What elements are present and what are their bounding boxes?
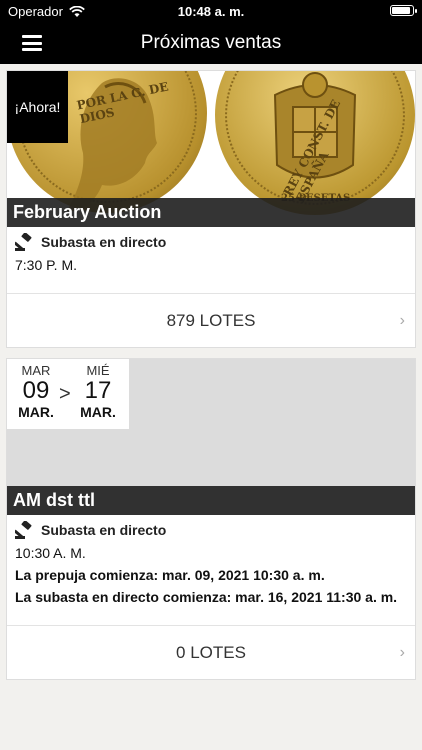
live-start-line: La subasta en directo comienza: mar. 16,… <box>15 589 398 605</box>
auction-image[interactable]: POR LA G. DE DIOS REY CONST. DE ESPAÑA 2… <box>7 71 415 227</box>
end-day: 17 <box>84 377 112 404</box>
page-title: Próximas ventas <box>140 32 282 53</box>
now-badge: ¡Ahora! <box>7 71 68 143</box>
status-time: 10:48 a. m. <box>177 4 245 19</box>
live-auction-label: Subasta en directo <box>41 234 167 250</box>
gavel-icon <box>15 521 32 539</box>
live-auction-row: Subasta en directo <box>15 233 407 251</box>
end-weekday: MIÉ <box>86 363 110 378</box>
lots-label: 879 LOTES <box>166 310 256 330</box>
auction-title: February Auction <box>7 198 415 227</box>
end-date: MIÉ 17 MAR. <box>75 363 121 420</box>
prebid-start-line: La prepuja comienza: mar. 09, 2021 10:30… <box>15 567 325 583</box>
chevron-right-icon: › <box>399 644 405 661</box>
status-bar: Operador 10:48 a. m. <box>0 0 422 22</box>
start-month: MAR. <box>18 404 54 420</box>
date-range: MAR 09 MAR. > MIÉ 17 MAR. <box>7 359 129 429</box>
battery-icon <box>390 5 417 16</box>
coin-reverse-image: REY CONST. DE ESPAÑA 25 PESETAS <box>215 71 415 215</box>
start-day: 09 <box>22 377 50 404</box>
start-date: MAR 09 MAR. <box>13 363 59 420</box>
date-arrow: > <box>59 383 71 405</box>
start-weekday: MAR <box>21 363 51 378</box>
live-auction-label: Subasta en directo <box>41 522 167 538</box>
chevron-right-icon: › <box>399 312 405 329</box>
lots-button[interactable]: 0 LOTES › <box>7 625 415 679</box>
lots-button[interactable]: 879 LOTES › <box>7 293 415 347</box>
nav-bar: Próximas ventas <box>0 22 422 64</box>
auction-image-placeholder[interactable]: MAR 09 MAR. > MIÉ 17 MAR. AM dst ttl <box>7 359 415 515</box>
auction-title: AM dst ttl <box>7 486 415 515</box>
auction-card[interactable]: MAR 09 MAR. > MIÉ 17 MAR. AM dst ttl Sub… <box>6 358 416 680</box>
lots-label: 0 LOTES <box>176 642 246 662</box>
gavel-icon <box>15 233 32 251</box>
live-auction-row: Subasta en directo <box>15 521 407 539</box>
auction-info: Subasta en directo 7:30 P. M. <box>7 227 415 279</box>
auction-info: Subasta en directo 10:30 A. M. La prepuj… <box>7 515 415 611</box>
auction-time: 10:30 A. M. <box>15 545 86 561</box>
auction-time: 7:30 P. M. <box>15 257 78 273</box>
auction-card[interactable]: POR LA G. DE DIOS REY CONST. DE ESPAÑA 2… <box>6 70 416 348</box>
end-month: MAR. <box>80 404 116 420</box>
